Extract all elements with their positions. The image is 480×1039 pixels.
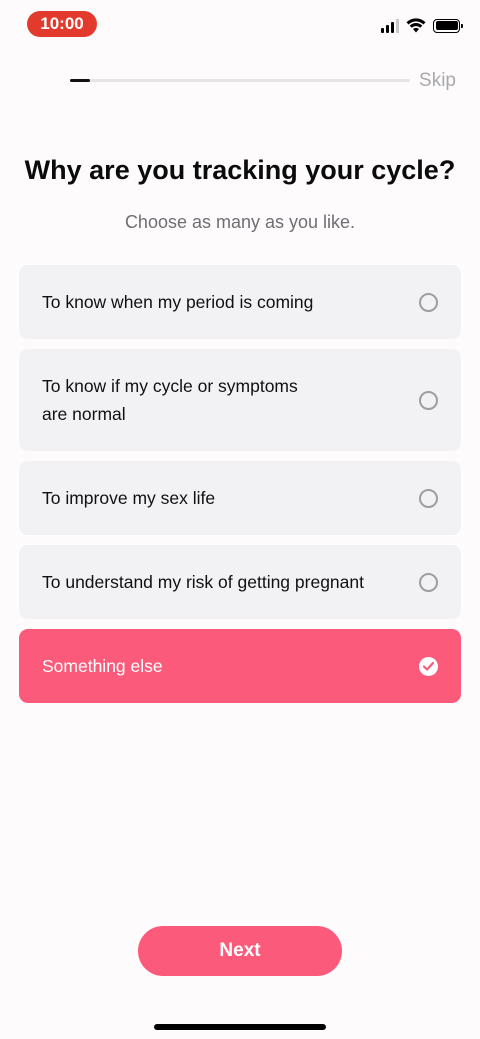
radio-unchecked-icon[interactable] (419, 572, 438, 592)
option-pregnancy-risk[interactable]: To understand my risk of getting pregnan… (19, 545, 461, 619)
status-icons (381, 18, 463, 33)
option-label: To know when my period is coming (42, 292, 314, 312)
battery-icon (433, 18, 463, 33)
option-label: Something else (42, 656, 163, 676)
next-button[interactable]: Next (138, 926, 342, 976)
home-indicator (154, 1024, 326, 1030)
cellular-signal-icon (381, 18, 399, 33)
option-period-coming[interactable]: To know when my period is coming (19, 265, 461, 339)
onboarding-progress-bar (70, 79, 410, 82)
checkmark-circle-icon[interactable] (419, 656, 438, 676)
option-sex-life[interactable]: To improve my sex life (19, 461, 461, 535)
options-list: To know when my period is coming To know… (19, 265, 461, 703)
page-title: Why are you tracking your cycle? (24, 155, 456, 185)
onboarding-screen: 10:00 Skip Why are you tracking your cyc… (0, 0, 480, 1039)
option-label-line: are normal (42, 404, 126, 424)
option-cycle-normal[interactable]: To know if my cycle or symptoms are norm… (19, 349, 461, 451)
progress-fill (70, 79, 91, 82)
option-label-line: To know if my cycle or symptoms (42, 376, 298, 396)
radio-unchecked-icon[interactable] (419, 488, 438, 508)
option-something-else[interactable]: Something else (19, 629, 461, 703)
radio-unchecked-icon[interactable] (419, 292, 438, 312)
radio-unchecked-icon[interactable] (419, 390, 438, 410)
page-subtitle: Choose as many as you like. (124, 212, 356, 232)
wifi-icon (406, 18, 426, 33)
option-label: To improve my sex life (42, 488, 216, 508)
skip-button[interactable]: Skip (419, 70, 456, 92)
option-label: To understand my risk of getting pregnan… (42, 572, 364, 592)
option-label: To know if my cycle or symptoms are norm… (42, 372, 298, 428)
status-time: 10:00 (27, 11, 97, 37)
